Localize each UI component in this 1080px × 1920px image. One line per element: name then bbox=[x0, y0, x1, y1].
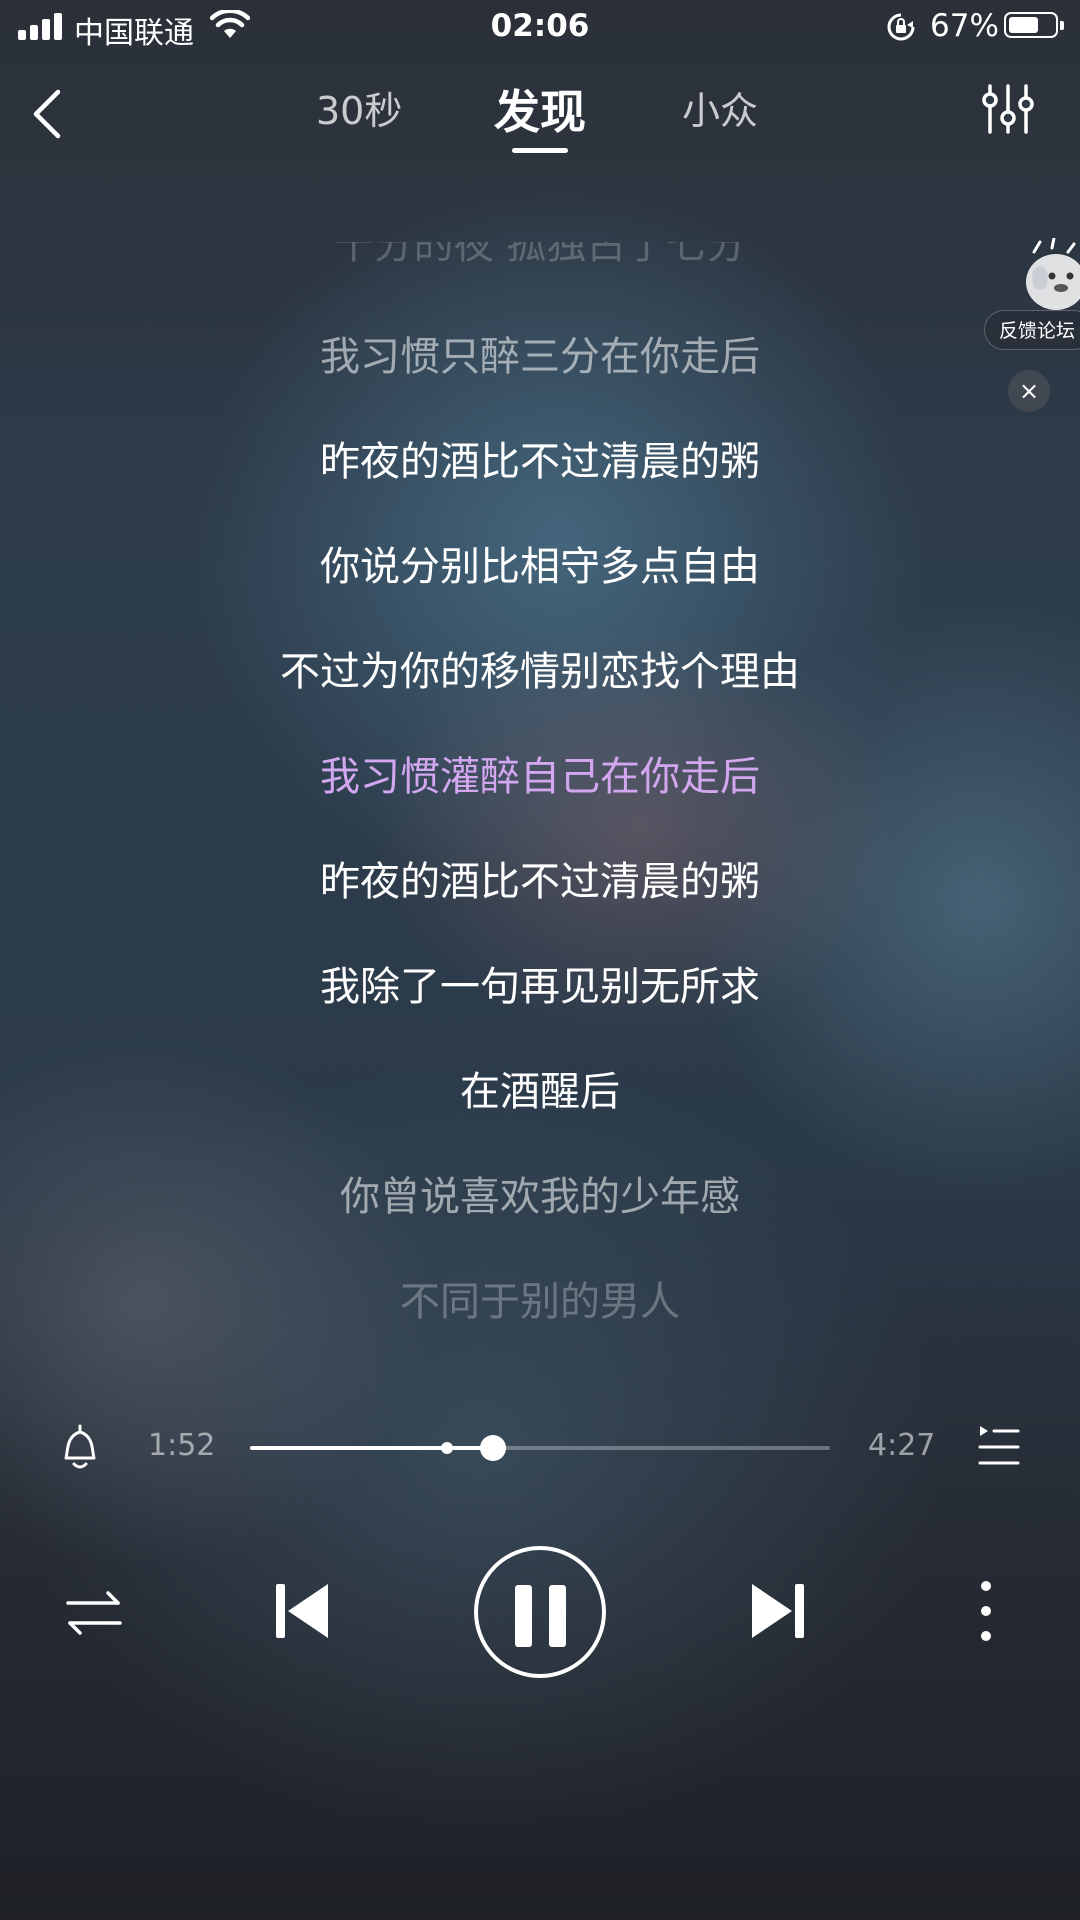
progress-marker bbox=[441, 1442, 454, 1454]
total-time: 4:27 bbox=[868, 1428, 936, 1463]
battery-percent: 67% bbox=[930, 8, 999, 44]
back-icon[interactable] bbox=[26, 82, 76, 142]
lyric-line: 不过为你的移情别恋找个理由 bbox=[280, 649, 800, 695]
equalizer-icon[interactable] bbox=[980, 82, 1036, 136]
lyric-line: 你曾说喜欢我的少年感 bbox=[340, 1174, 740, 1220]
rotation-lock-icon bbox=[887, 13, 915, 41]
tab-30s[interactable]: 30秒 bbox=[316, 80, 402, 135]
lyric-line-current: 我习惯灌醉自己在你走后 bbox=[320, 754, 760, 800]
repeat-icon[interactable] bbox=[64, 1588, 124, 1638]
next-track-icon[interactable] bbox=[750, 1580, 806, 1642]
progress-played bbox=[250, 1446, 494, 1450]
progress-slider[interactable] bbox=[250, 1435, 830, 1461]
lyric-line: 你说分别比相守多点自由 bbox=[320, 544, 760, 590]
lyric-line: 在酒醒后 bbox=[460, 1069, 620, 1115]
lyric-line: 十分的夜 孤独占了七分 bbox=[333, 242, 747, 268]
tab-niche[interactable]: 小众 bbox=[682, 80, 758, 135]
bell-icon[interactable] bbox=[56, 1420, 104, 1472]
lyric-line: 昨夜的酒比不过清晨的粥 bbox=[320, 439, 760, 485]
current-time: 1:52 bbox=[148, 1428, 216, 1463]
lyric-line: 不同于别的男人 bbox=[400, 1279, 680, 1325]
status-bar: 中国联通 02:06 67% bbox=[0, 0, 1080, 56]
more-icon[interactable] bbox=[976, 1578, 996, 1644]
active-tab-indicator bbox=[512, 148, 568, 153]
progress-thumb[interactable] bbox=[480, 1435, 507, 1461]
previous-track-icon[interactable] bbox=[274, 1580, 330, 1642]
feedback-forum-button[interactable]: 反馈论坛 bbox=[984, 310, 1080, 350]
lyric-line: 我习惯只醉三分在你走后 bbox=[320, 334, 760, 380]
tab-discover[interactable]: 发现 bbox=[494, 76, 586, 142]
clock: 02:06 bbox=[490, 8, 590, 44]
lyric-line: 我除了一句再见别无所求 bbox=[320, 964, 760, 1010]
pause-button[interactable] bbox=[474, 1546, 606, 1678]
feedback-mascot-icon[interactable] bbox=[1012, 238, 1080, 318]
pause-icon bbox=[549, 1585, 566, 1647]
feedback-close-button[interactable]: × bbox=[1008, 370, 1050, 412]
playlist-icon[interactable] bbox=[976, 1424, 1022, 1468]
pause-icon bbox=[515, 1585, 532, 1647]
battery-icon bbox=[1004, 12, 1064, 38]
lyric-line: 昨夜的酒比不过清晨的粥 bbox=[320, 859, 760, 905]
